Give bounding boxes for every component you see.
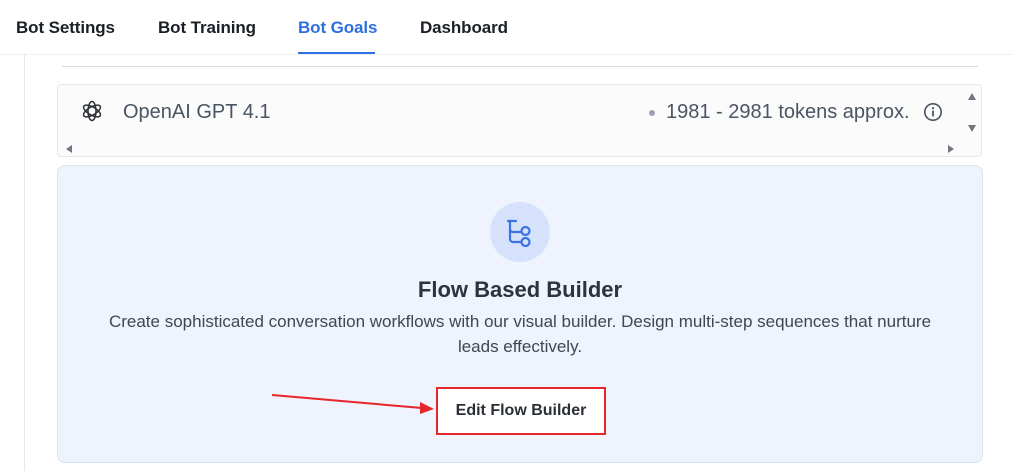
section-divider — [62, 66, 978, 67]
tab-bot-settings[interactable]: Bot Settings — [16, 18, 115, 40]
flow-builder-description: Create sophisticated conversation workfl… — [108, 312, 932, 356]
flow-builder-card: Flow Based Builder Create sophisticated … — [57, 165, 983, 463]
flow-builder-title: Flow Based Builder — [417, 277, 623, 302]
scroll-right-arrow[interactable] — [948, 145, 954, 153]
left-rail-divider — [24, 54, 25, 471]
active-tab-indicator — [298, 52, 375, 54]
token-separator-dot — [649, 110, 655, 116]
scroll-down-arrow[interactable] — [968, 125, 976, 132]
tab-dashboard[interactable]: Dashboard — [420, 18, 508, 40]
page: Bot Settings Bot Training Bot Goals Dash… — [0, 0, 1013, 471]
model-select[interactable]: OpenAI GPT 4.1 1981 - 2981 tokens approx… — [57, 84, 982, 157]
edit-flow-builder-button[interactable]: Edit Flow Builder — [436, 387, 606, 435]
tab-bar: Bot Settings Bot Training Bot Goals Dash… — [0, 0, 1013, 55]
scroll-left-arrow[interactable] — [66, 145, 72, 153]
flow-branch-icon — [506, 219, 531, 247]
scroll-up-arrow[interactable] — [968, 93, 976, 100]
openai-icon — [82, 100, 102, 122]
model-name: OpenAI GPT 4.1 — [123, 101, 271, 123]
info-icon[interactable] — [923, 102, 943, 122]
tab-bot-goals[interactable]: Bot Goals — [298, 18, 377, 40]
flow-icon-badge — [490, 202, 550, 262]
tab-bot-training[interactable]: Bot Training — [158, 18, 256, 40]
token-estimate: 1981 - 2981 tokens approx. — [666, 101, 910, 123]
annotation-arrow — [271, 394, 434, 414]
